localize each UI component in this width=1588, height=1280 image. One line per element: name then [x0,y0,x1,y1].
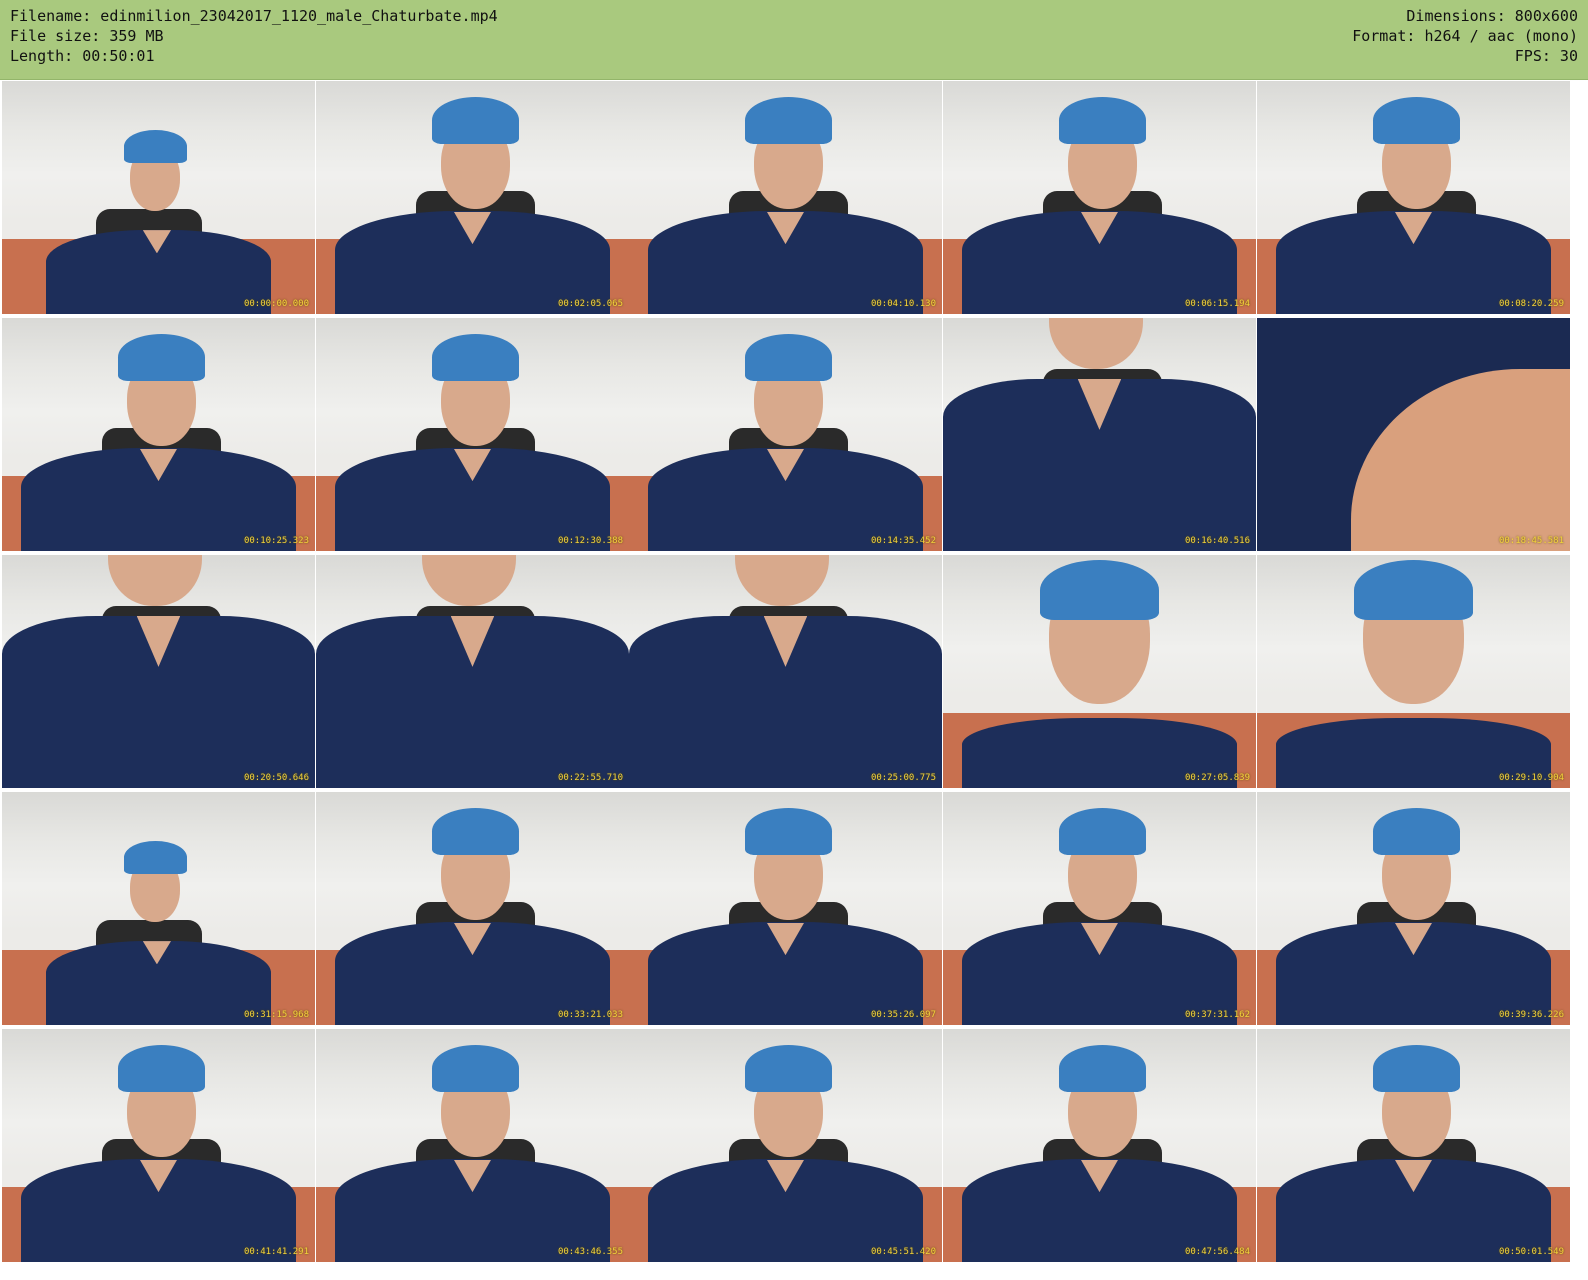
file-info-right: Dimensions: 800x600 Format: h264 / aac (… [1352,6,1578,66]
video-thumbnail: 00:47:56.484 [943,1029,1256,1262]
fps-line: FPS: 30 [1514,47,1578,65]
video-thumbnail: 00:00:00.000 [2,81,315,314]
thumbnail-timestamp: 00:16:40.516 [1184,536,1250,546]
thumbnail-grid: 00:00:00.000 00:02:05.065 00:04:10.130 00:0… [0,80,1588,1280]
video-thumbnail: 00:06:15.194 [943,81,1256,314]
thumbnail-timestamp: 00:39:36.226 [1498,1010,1564,1020]
thumbnail-timestamp: 00:29:10.904 [1498,773,1564,783]
thumbnail-cap [117,334,206,381]
video-thumbnail: 00:31:15.968 [2,792,315,1025]
thumbnail-face [422,555,517,607]
dimensions-line: Dimensions: 800x600 [1406,7,1578,25]
thumbnail-cap [117,1045,206,1092]
length-line: Length: 00:50:01 [10,47,155,65]
thumbnail-timestamp: 00:37:31.162 [1184,1010,1250,1020]
video-thumbnail: 00:18:45.581 [1257,318,1570,551]
thumbnail-cap [1372,1045,1461,1092]
video-thumbnail: 00:08:20.259 [1257,81,1570,314]
file-info-left: Filename: edinmilion_23042017_1120_male_… [10,6,498,66]
thumbnail-timestamp: 00:35:26.097 [870,1010,936,1020]
thumbnail-timestamp: 00:04:10.130 [870,299,936,309]
thumbnail-timestamp: 00:25:00.775 [870,773,936,783]
thumbnail-cap [744,808,833,855]
thumbnail-timestamp: 00:06:15.194 [1184,299,1250,309]
video-thumbnail: 00:16:40.516 [943,318,1256,551]
thumbnail-timestamp: 00:00:00.000 [243,299,309,309]
video-thumbnail: 00:04:10.130 [629,81,942,314]
video-thumbnail: 00:14:35.452 [629,318,942,551]
video-thumbnail: 00:22:55.710 [316,555,629,788]
thumbnail-timestamp: 00:08:20.259 [1498,299,1564,309]
video-thumbnail: 00:20:50.646 [2,555,315,788]
video-thumbnail: 00:35:26.097 [629,792,942,1025]
thumbnail-cap [744,334,833,381]
video-thumbnail: 00:43:46.355 [316,1029,629,1262]
info-header: Filename: edinmilion_23042017_1120_male_… [0,0,1588,80]
thumbnail-timestamp: 00:18:45.581 [1498,536,1564,546]
thumbnail-timestamp: 00:22:55.710 [557,773,623,783]
video-thumbnail: 00:29:10.904 [1257,555,1570,788]
filesize-line: File size: 359 MB [10,27,164,45]
video-thumbnail: 00:41:41.291 [2,1029,315,1262]
thumbnail-cap [431,334,520,381]
video-thumbnail: 00:45:51.420 [629,1029,942,1262]
thumbnail-cap [124,129,187,163]
video-thumbnail: 00:37:31.162 [943,792,1256,1025]
thumbnail-timestamp: 00:45:51.420 [870,1247,936,1257]
video-thumbnail: 00:02:05.065 [316,81,629,314]
filename-line: Filename: edinmilion_23042017_1120_male_… [10,7,498,25]
thumbnail-cap [1372,97,1461,144]
thumbnail-face [735,555,830,607]
video-thumbnail: 00:12:30.388 [316,318,629,551]
thumbnail-timestamp: 00:02:05.065 [557,299,623,309]
thumbnail-cap [744,97,833,144]
thumbnail-timestamp: 00:14:35.452 [870,536,936,546]
thumbnail-timestamp: 00:33:21.033 [557,1010,623,1020]
thumbnail-cap [431,808,520,855]
format-line: Format: h264 / aac (mono) [1352,27,1578,45]
video-thumbnail: 00:25:00.775 [629,555,942,788]
thumbnail-timestamp: 00:10:25.323 [243,536,309,546]
thumbnail-timestamp: 00:43:46.355 [557,1247,623,1257]
thumbnail-timestamp: 00:12:30.388 [557,536,623,546]
thumbnail-timestamp: 00:41:41.291 [243,1247,309,1257]
thumbnail-timestamp: 00:47:56.484 [1184,1247,1250,1257]
thumbnail-cap [1354,559,1473,621]
video-thumbnail: 00:27:05.839 [943,555,1256,788]
thumbnail-cap [1058,1045,1147,1092]
thumbnail-timestamp: 00:50:01.549 [1498,1247,1564,1257]
video-thumbnail: 00:39:36.226 [1257,792,1570,1025]
thumbnail-cap [1040,559,1159,621]
thumbnail-timestamp: 00:27:05.839 [1184,773,1250,783]
video-thumbnail: 00:50:01.549 [1257,1029,1570,1262]
thumbnail-cap [124,840,187,874]
thumbnail-timestamp: 00:20:50.646 [243,773,309,783]
thumbnail-timestamp: 00:31:15.968 [243,1010,309,1020]
thumbnail-cap [431,97,520,144]
video-thumbnail: 00:10:25.323 [2,318,315,551]
video-thumbnail: 00:33:21.033 [316,792,629,1025]
thumbnail-face [108,555,203,607]
thumbnail-cap [1372,808,1461,855]
thumbnail-cap [1058,808,1147,855]
thumbnail-cap [744,1045,833,1092]
thumbnail-cap [1058,97,1147,144]
thumbnail-face [1049,318,1144,370]
thumbnail-cap [431,1045,520,1092]
